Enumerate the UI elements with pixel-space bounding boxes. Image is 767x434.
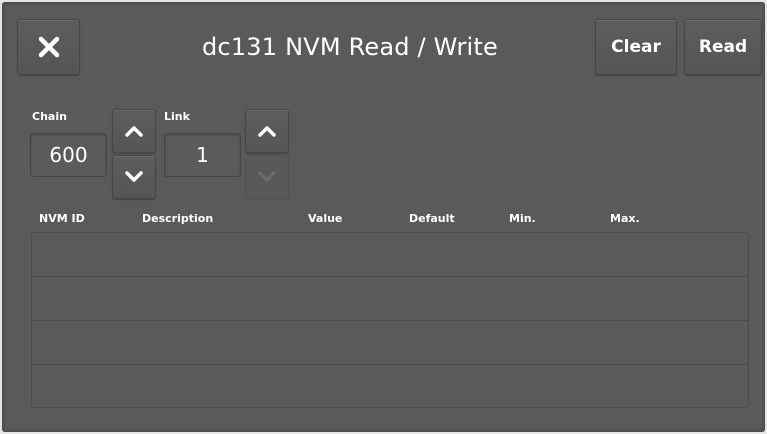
clear-button[interactable]: Clear bbox=[595, 19, 677, 75]
nvm-table bbox=[31, 232, 749, 408]
read-button-label: Read bbox=[698, 37, 748, 57]
chain-increment-button[interactable] bbox=[112, 109, 156, 153]
table-row[interactable] bbox=[32, 365, 748, 407]
close-icon bbox=[37, 35, 61, 59]
link-decrement-button[interactable] bbox=[245, 155, 289, 199]
column-header-min: Min. bbox=[509, 212, 536, 225]
column-header-value: Value bbox=[308, 212, 343, 225]
close-button[interactable] bbox=[17, 19, 80, 75]
link-value-field[interactable]: 1 bbox=[164, 133, 241, 177]
chevron-up-icon bbox=[257, 124, 277, 138]
link-increment-button[interactable] bbox=[245, 109, 289, 153]
chain-value-field[interactable]: 600 bbox=[30, 133, 107, 177]
column-header-nvm-id: NVM ID bbox=[39, 212, 85, 225]
page-title: dc131 NVM Read / Write bbox=[202, 33, 498, 61]
table-row[interactable] bbox=[32, 233, 748, 277]
chevron-up-icon bbox=[124, 124, 144, 138]
link-label: Link bbox=[164, 110, 190, 123]
table-row[interactable] bbox=[32, 277, 748, 321]
column-header-default: Default bbox=[409, 212, 455, 225]
chain-label: Chain bbox=[32, 110, 67, 123]
read-button[interactable]: Read bbox=[684, 19, 762, 75]
chevron-down-icon bbox=[257, 170, 277, 184]
column-header-max: Max. bbox=[610, 212, 640, 225]
chain-decrement-button[interactable] bbox=[112, 155, 156, 199]
chevron-down-icon bbox=[124, 170, 144, 184]
clear-button-label: Clear bbox=[611, 37, 661, 57]
column-header-description: Description bbox=[142, 212, 214, 225]
table-row[interactable] bbox=[32, 321, 748, 365]
